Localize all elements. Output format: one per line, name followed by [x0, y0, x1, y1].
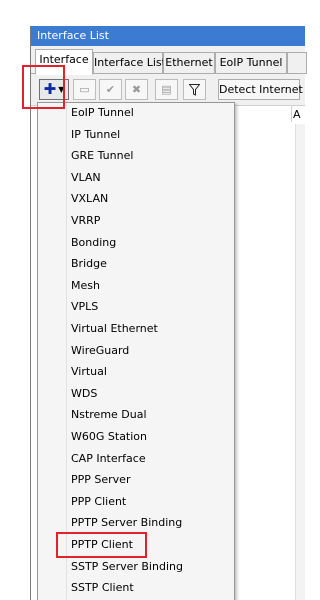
- check-icon: ✔: [105, 83, 116, 96]
- tab-bar: Interface Interface List Ethernet EoIP T…: [31, 49, 307, 75]
- filter-button[interactable]: [183, 79, 206, 100]
- vertical-scrollbar[interactable]: [295, 124, 305, 600]
- menu-item-vpls[interactable]: VPLS: [71, 297, 98, 317]
- cross-icon: ✖: [131, 83, 142, 96]
- menu-item-vrrp[interactable]: VRRP: [71, 211, 100, 231]
- menu-item-wds[interactable]: WDS: [71, 384, 97, 404]
- menu-item-virtual[interactable]: Virtual: [71, 362, 107, 382]
- menu-item-pptp-server-binding[interactable]: PPTP Server Binding: [71, 513, 182, 533]
- menu-item-wireguard[interactable]: WireGuard: [71, 341, 129, 361]
- menu-item-nstreme-dual[interactable]: Nstreme Dual: [71, 405, 147, 425]
- column-header-a[interactable]: A: [293, 108, 301, 121]
- detect-internet-button[interactable]: Detect Internet: [218, 79, 303, 100]
- menu-item-sstp-server-binding[interactable]: SSTP Server Binding: [71, 557, 183, 577]
- filter-icon: [189, 83, 200, 96]
- menu-item-ppp-server[interactable]: PPP Server: [71, 470, 130, 490]
- tab-overflow[interactable]: [287, 52, 307, 74]
- menu-item-mesh[interactable]: Mesh: [71, 276, 100, 296]
- tab-eoip-tunnel[interactable]: EoIP Tunnel: [215, 52, 287, 74]
- window-title: Interface List: [31, 26, 305, 46]
- menu-item-vlan[interactable]: VLAN: [71, 168, 101, 188]
- menu-item-ppp-client[interactable]: PPP Client: [71, 492, 126, 512]
- add-interface-dropdown-menu: EoIP Tunnel IP Tunnel GRE Tunnel VLAN VX…: [37, 102, 235, 600]
- menu-item-cap-interface[interactable]: CAP Interface: [71, 449, 146, 469]
- minus-icon: ▭: [79, 83, 90, 96]
- comment-button[interactable]: ▤: [155, 79, 178, 100]
- remove-button[interactable]: ▭: [73, 79, 96, 100]
- menu-item-w60g-station[interactable]: W60G Station: [71, 427, 147, 447]
- menu-item-bridge[interactable]: Bridge: [71, 254, 107, 274]
- disable-button[interactable]: ✖: [125, 79, 148, 100]
- menu-item-eoip-tunnel[interactable]: EoIP Tunnel: [71, 103, 134, 123]
- column-separator: [291, 106, 292, 122]
- enable-button[interactable]: ✔: [99, 79, 122, 100]
- menu-item-gre-tunnel[interactable]: GRE Tunnel: [71, 146, 133, 166]
- menu-item-virtual-ethernet[interactable]: Virtual Ethernet: [71, 319, 158, 339]
- menu-item-vxlan[interactable]: VXLAN: [71, 189, 108, 209]
- menu-item-ip-tunnel[interactable]: IP Tunnel: [71, 125, 120, 145]
- add-button-highlight: [22, 65, 65, 109]
- tab-interface-list[interactable]: Interface List: [93, 52, 166, 74]
- tab-ethernet[interactable]: Ethernet: [163, 52, 215, 74]
- menu-item-bonding[interactable]: Bonding: [71, 233, 116, 253]
- menu-item-sstp-client[interactable]: SSTP Client: [71, 578, 134, 598]
- comment-icon: ▤: [161, 83, 172, 96]
- pptp-client-highlight: [56, 532, 147, 558]
